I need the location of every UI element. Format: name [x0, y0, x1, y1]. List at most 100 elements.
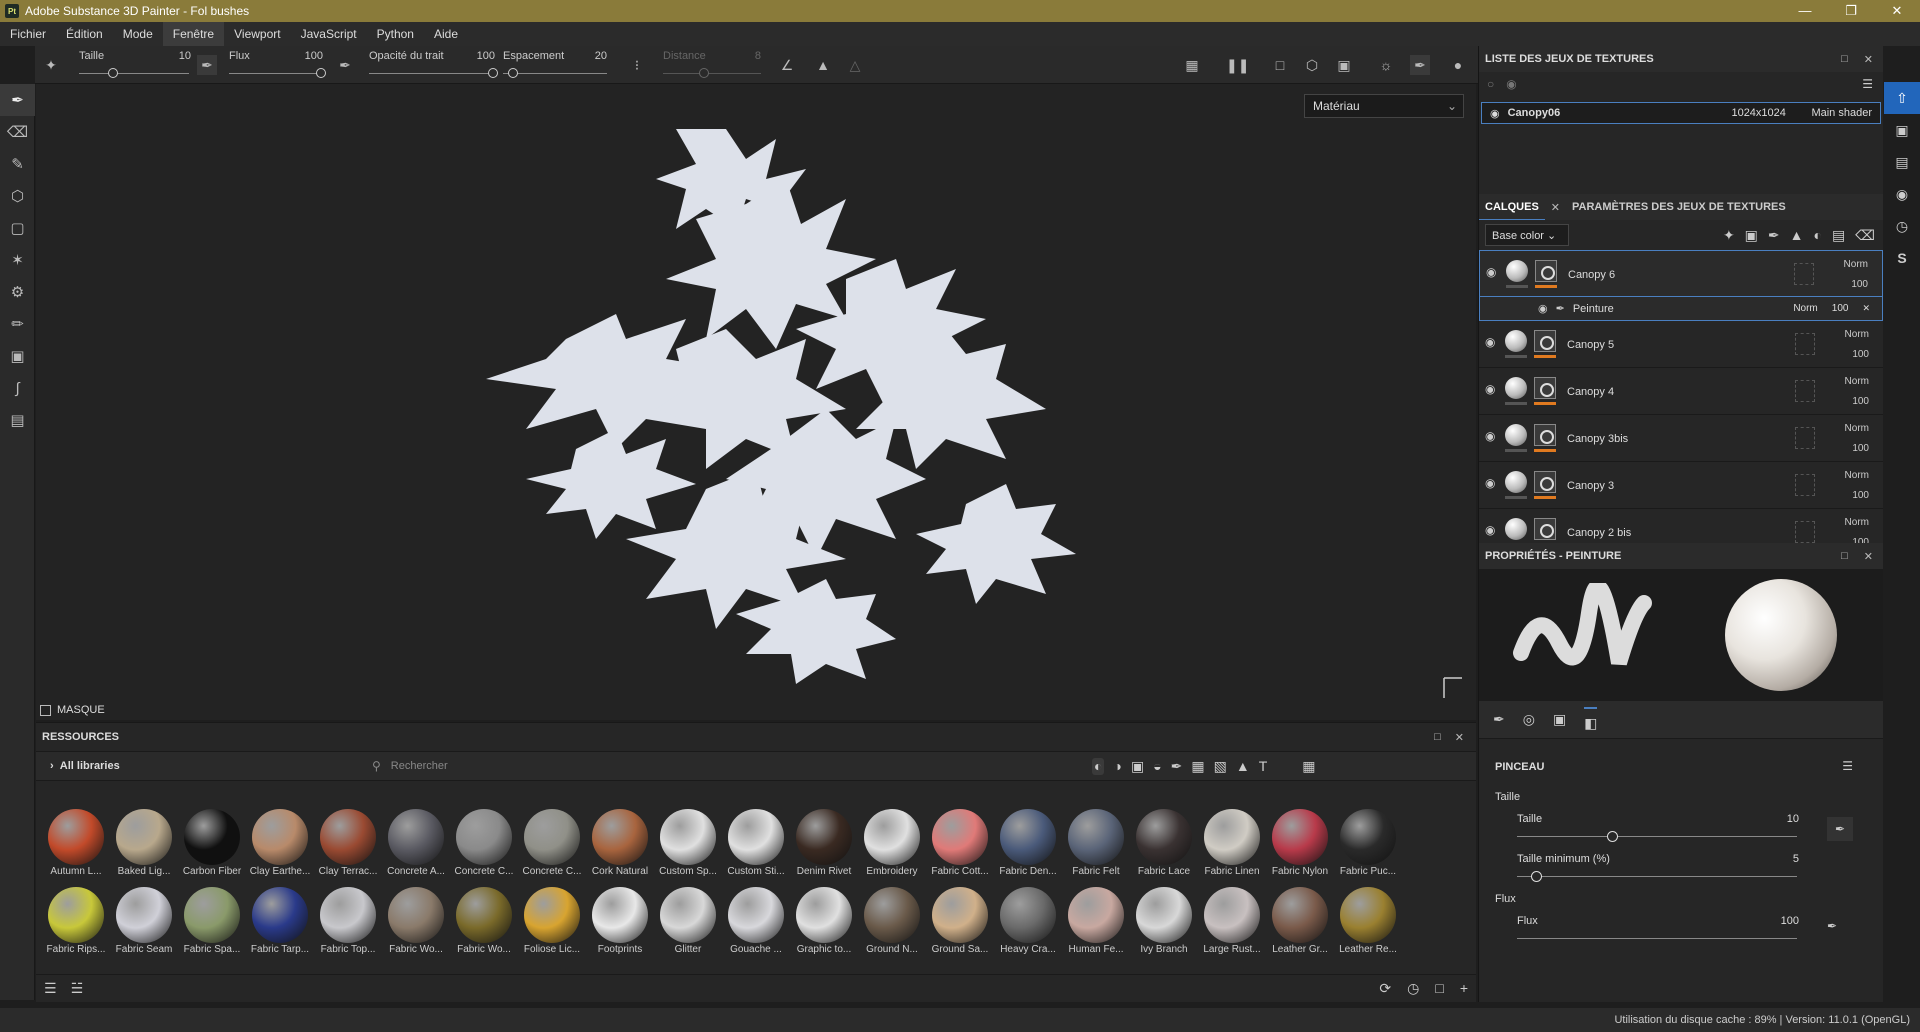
lazy-mouse-icon[interactable]: ⁝ [627, 55, 647, 75]
layer-opacity[interactable]: 100 [1852, 490, 1869, 501]
flux-pressure-icon[interactable]: ✒ [1827, 919, 1837, 933]
material-thumbnail[interactable]: Clay Terrac... [314, 809, 382, 887]
eye-icon[interactable]: ◉ [1485, 382, 1495, 396]
menu-icon[interactable]: ☰ [1862, 77, 1873, 91]
layer-opacity[interactable]: 100 [1852, 396, 1869, 407]
import-icon[interactable]: □ [1435, 980, 1443, 997]
close-icon[interactable]: ✕ [1874, 3, 1920, 19]
filter-smart-materials-icon[interactable]: ◑ [1113, 758, 1121, 775]
2d-view-icon[interactable]: □ [1270, 55, 1290, 75]
filter-environments-icon[interactable]: ▲ [1236, 758, 1250, 775]
material-thumbnail[interactable]: Footprints [586, 887, 654, 965]
alpha-tab-icon[interactable]: ◎ [1523, 711, 1535, 728]
material-thumbnail[interactable]: Cork Natural [586, 809, 654, 887]
eye-icon[interactable]: ◉ [1538, 302, 1548, 315]
pen-pressure-icon[interactable]: ✒ [197, 55, 217, 75]
prop-flux-value[interactable]: 100 [1769, 915, 1799, 927]
material-thumbnail[interactable]: Fabric Felt [1062, 809, 1130, 887]
prop-taille-knob[interactable] [1607, 831, 1618, 842]
layer-opacity[interactable]: 100 [1851, 279, 1868, 290]
hide-ui-icon[interactable]: ▦ [1182, 55, 1202, 75]
material-thumbnail[interactable]: Leather Gr... [1266, 887, 1334, 965]
remove-icon[interactable]: ✕ [1862, 303, 1870, 314]
add-effect-icon[interactable]: ✦ [1723, 227, 1735, 244]
material-thumbnail[interactable]: Gouache ... [722, 887, 790, 965]
menu-edition[interactable]: Édition [56, 22, 113, 46]
brush-tab-icon[interactable]: ✒ [1493, 711, 1505, 728]
add-fill-layer-icon[interactable]: ▲ [1790, 227, 1804, 244]
add-paint-layer-icon[interactable]: ✒ [1768, 227, 1780, 244]
list-view-icon[interactable]: ☰ [44, 980, 57, 997]
render-icon[interactable]: ☼ [1376, 55, 1396, 75]
material-thumbnail[interactable]: Fabric Nylon [1266, 809, 1334, 887]
refresh-icon[interactable]: ⟳ [1379, 980, 1391, 997]
prop-taille-min-knob[interactable] [1531, 871, 1542, 882]
filter-textures-icon[interactable]: ▦ [1191, 758, 1204, 775]
blend-mode[interactable]: Norm [1845, 423, 1869, 434]
material-thumbnail[interactable]: Ivy Branch [1130, 887, 1198, 965]
menu-viewport[interactable]: Viewport [224, 22, 290, 46]
layer-mask-thumbnail[interactable] [1535, 260, 1557, 282]
filter-materials-icon[interactable]: ◐ [1092, 757, 1105, 775]
material-thumbnail[interactable]: Clay Earthe... [246, 809, 314, 887]
sublayer-opacity[interactable]: 100 [1832, 303, 1849, 314]
espacement-slider-knob[interactable] [508, 68, 518, 78]
taille-slider[interactable] [79, 73, 189, 74]
opacite-value[interactable]: 100 [477, 50, 495, 62]
restore-icon[interactable]: ❐ [1828, 3, 1874, 19]
float-panel-icon[interactable]: □ [1841, 53, 1848, 66]
paint-mode-icon[interactable]: ✒ [1410, 55, 1430, 75]
flux-pressure-icon[interactable]: ✒ [335, 55, 355, 75]
material-thumbnail[interactable]: Fabric Wo... [382, 887, 450, 965]
viewer-settings-icon[interactable]: ◉ [1884, 178, 1920, 210]
material-thumbnail[interactable]: Fabric Lace [1130, 809, 1198, 887]
prop-taille-slider[interactable] [1517, 836, 1797, 837]
material-thumbnail[interactable]: Glitter [654, 887, 722, 965]
polygon-fill-icon[interactable]: ⬡ [0, 180, 35, 212]
flux-slider-knob[interactable] [316, 68, 326, 78]
alignment-icon[interactable]: ∠ [777, 55, 797, 75]
blend-mode[interactable]: Norm [1844, 259, 1868, 270]
material-view-select[interactable]: Matériau ⌄ [1304, 94, 1464, 118]
close-tab-icon[interactable]: ✕ [1545, 201, 1566, 214]
viewport[interactable]: Matériau ⌄ MASQUE [36, 84, 1476, 720]
prop-taille-min-slider[interactable] [1517, 876, 1797, 877]
flux-slider[interactable] [229, 73, 323, 74]
material-thumbnail[interactable]: Human Fe... [1062, 887, 1130, 965]
symmetry-icon[interactable]: ✦ [41, 55, 61, 75]
espacement-slider[interactable] [503, 73, 607, 74]
material-thumbnail[interactable]: Concrete C... [518, 809, 586, 887]
material-thumbnail[interactable]: Large Rust... [1198, 887, 1266, 965]
material-thumbnail[interactable]: Heavy Cra... [994, 887, 1062, 965]
material-thumbnail[interactable]: Fabric Seam [110, 887, 178, 965]
material-thumbnail[interactable]: Custom Sti... [722, 809, 790, 887]
material-thumbnail[interactable]: Denim Rivet [790, 809, 858, 887]
mirror-icon[interactable]: ▲ [813, 55, 833, 75]
eye-icon[interactable]: ◉ [1490, 107, 1500, 120]
prop-taille-value[interactable]: 10 [1769, 813, 1799, 825]
layer-canopy-5[interactable]: ◉ Canopy 5 Norm 100 [1479, 321, 1883, 368]
filter-brushes-icon[interactable]: ✒ [1171, 758, 1183, 775]
flux-value[interactable]: 100 [305, 50, 323, 62]
material-thumbnail[interactable]: Concrete A... [382, 809, 450, 887]
float-panel-icon[interactable]: □ [1841, 550, 1848, 563]
add-mask-icon[interactable]: ▣ [1745, 227, 1758, 244]
opacite-slider-knob[interactable] [488, 68, 498, 78]
material-thumbnail[interactable]: Fabric Puc... [1334, 809, 1402, 887]
display-settings-icon[interactable]: ▣ [1884, 114, 1920, 146]
menu-fenetre[interactable]: Fenêtre [162, 22, 225, 46]
camera-baker-icon[interactable]: ▤ [0, 404, 35, 436]
add-smart-icon[interactable]: ◐ [1814, 227, 1822, 244]
material-thumbnail[interactable]: Fabric Wo... [450, 887, 518, 965]
material-thumbnail[interactable]: Fabric Linen [1198, 809, 1266, 887]
add-folder-icon[interactable]: ▤ [1832, 227, 1845, 244]
paint-brush-icon[interactable]: ✒ [0, 84, 35, 116]
prop-taille-min-value[interactable]: 5 [1769, 853, 1799, 865]
tab-parametres[interactable]: PARAMÈTRES DES JEUX DE TEXTURES [1566, 201, 1792, 213]
eye-icon[interactable]: ◉ [1485, 476, 1495, 490]
taille-slider-knob[interactable] [108, 68, 118, 78]
export-icon[interactable]: ⇧ [1884, 82, 1920, 114]
geometry-mask-icon[interactable]: ▢ [0, 212, 35, 244]
eye-icon[interactable]: ◉ [1485, 523, 1495, 537]
layer-canopy-4[interactable]: ◉ Canopy 4 Norm 100 [1479, 368, 1883, 415]
